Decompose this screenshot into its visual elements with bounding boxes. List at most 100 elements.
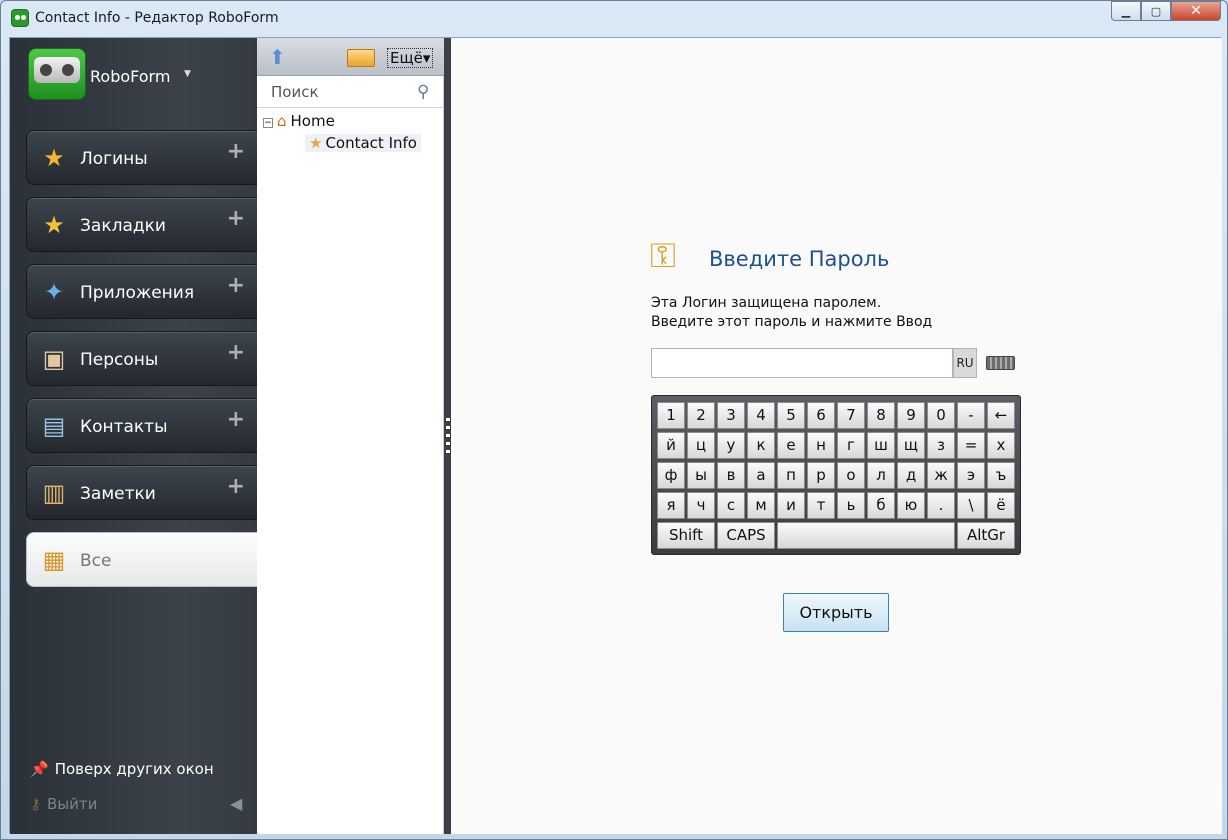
add-login-button[interactable]: + [227, 139, 245, 164]
keyboard-icon[interactable] [986, 356, 1015, 370]
sidebar-item-bookmarks[interactable]: ★ Закладки + [26, 197, 257, 252]
key[interactable]: ъ [987, 462, 1015, 489]
chevron-down-icon[interactable]: ▼ [184, 69, 191, 79]
key[interactable]: т [807, 492, 835, 519]
bookmarks-icon: ★ [43, 211, 65, 239]
key[interactable]: 8 [867, 402, 895, 429]
keyboard-row: я ч с м и т ь б ю . \ ё [657, 492, 1015, 519]
key[interactable]: ы [687, 462, 715, 489]
pin-icon: 📌 [30, 760, 49, 778]
key[interactable]: 6 [807, 402, 835, 429]
contacts-icon: ▤ [42, 412, 66, 440]
altgr-key[interactable]: AltGr [957, 522, 1015, 549]
key[interactable]: ч [687, 492, 715, 519]
key[interactable]: х [987, 432, 1015, 459]
collapse-icon[interactable]: − [263, 118, 273, 128]
key[interactable]: ц [687, 432, 715, 459]
keyboard-language-badge[interactable]: RU [953, 348, 977, 378]
sidebar-item-logins[interactable]: ★ Логины + [26, 130, 257, 185]
key[interactable]: - [957, 402, 985, 429]
space-key[interactable] [777, 522, 955, 549]
collapse-arrow-icon[interactable]: ◀ [230, 794, 242, 813]
key[interactable]: щ [897, 432, 925, 459]
key[interactable]: ю [897, 492, 925, 519]
key[interactable]: ж [927, 462, 955, 489]
search-icon[interactable]: ⚲ [417, 82, 429, 102]
key[interactable]: б [867, 492, 895, 519]
stay-on-top-toggle[interactable]: 📌 Поверх других окон [30, 760, 214, 778]
open-button[interactable]: Открыть [783, 593, 889, 632]
sidebar-item-label: Все [80, 551, 112, 571]
home-icon: ⌂ [277, 112, 287, 130]
sidebar-item-apps[interactable]: ✦ Приложения + [26, 264, 257, 319]
sidebar-item-all[interactable]: ▦ Все [26, 532, 257, 587]
sidebar-item-notes[interactable]: ▥ Заметки + [26, 465, 257, 520]
minimize-button[interactable]: ▁ [1111, 1, 1141, 21]
tree-node-home[interactable]: − ⌂ Home [263, 112, 335, 130]
caps-key[interactable]: CAPS [717, 522, 775, 549]
key[interactable]: м [747, 492, 775, 519]
logout-label: Выйти [47, 795, 98, 813]
search-box[interactable]: Поиск ⚲ [257, 76, 444, 108]
virtual-keyboard: 1 2 3 4 5 6 7 8 9 0 - ← й ц у к е н г ш … [651, 395, 1021, 555]
brand-menu[interactable]: RoboForm [90, 67, 170, 86]
key[interactable]: 3 [717, 402, 745, 429]
key[interactable]: а [747, 462, 775, 489]
search-input[interactable]: Поиск [271, 83, 319, 101]
key[interactable]: й [657, 432, 685, 459]
logout-button[interactable]: ⚷ Выйти [30, 795, 97, 813]
up-arrow-icon[interactable]: ⬆ [269, 46, 291, 68]
key[interactable]: 7 [837, 402, 865, 429]
password-input[interactable] [651, 348, 953, 378]
key[interactable]: е [777, 432, 805, 459]
key[interactable]: \ [957, 492, 985, 519]
key[interactable]: 1 [657, 402, 685, 429]
key[interactable]: ф [657, 462, 685, 489]
key[interactable]: 0 [927, 402, 955, 429]
stay-on-top-label: Поверх других окон [54, 760, 214, 778]
close-button[interactable]: ✕ [1171, 1, 1221, 21]
client-area: RoboForm ▼ ★ Логины + ★ Закладки + ✦ При… [9, 37, 1222, 834]
more-menu-button[interactable]: Ещё▾ [387, 48, 434, 68]
key[interactable]: л [867, 462, 895, 489]
key[interactable]: з [927, 432, 955, 459]
key[interactable]: ш [867, 432, 895, 459]
key[interactable]: я [657, 492, 685, 519]
key[interactable]: 9 [897, 402, 925, 429]
page-title: Введите Пароль [709, 247, 890, 271]
add-contact-button[interactable]: + [227, 407, 245, 432]
key[interactable]: 2 [687, 402, 715, 429]
key[interactable]: и [777, 492, 805, 519]
add-note-button[interactable]: + [227, 474, 245, 499]
shift-key[interactable]: Shift [657, 522, 715, 549]
key[interactable]: 4 [747, 402, 775, 429]
add-identity-button[interactable]: + [227, 340, 245, 365]
key[interactable]: р [807, 462, 835, 489]
key[interactable]: н [807, 432, 835, 459]
apps-icon: ✦ [43, 278, 65, 306]
sidebar-item-identities[interactable]: ▣ Персоны + [26, 331, 257, 386]
add-app-button[interactable]: + [227, 273, 245, 298]
key[interactable]: э [957, 462, 985, 489]
new-folder-icon[interactable] [347, 49, 375, 67]
key[interactable]: у [717, 432, 745, 459]
keyboard-row: й ц у к е н г ш щ з = х [657, 432, 1015, 459]
key[interactable]: о [837, 462, 865, 489]
tree-node-contact-info[interactable]: ★ Contact Info [305, 134, 421, 152]
key[interactable]: ё [987, 492, 1015, 519]
key[interactable]: к [747, 432, 775, 459]
key[interactable]: д [897, 462, 925, 489]
key[interactable]: 5 [777, 402, 805, 429]
key[interactable]: с [717, 492, 745, 519]
key[interactable]: = [957, 432, 985, 459]
add-bookmark-button[interactable]: + [227, 206, 245, 231]
key[interactable]: в [717, 462, 745, 489]
key[interactable]: . [927, 492, 955, 519]
maximize-button[interactable]: ▢ [1141, 1, 1171, 21]
sidebar-item-contacts[interactable]: ▤ Контакты + [26, 398, 257, 453]
key[interactable]: г [837, 432, 865, 459]
backspace-key[interactable]: ← [987, 402, 1015, 429]
key[interactable]: ь [837, 492, 865, 519]
key[interactable]: п [777, 462, 805, 489]
splitter-grip[interactable] [446, 418, 450, 454]
